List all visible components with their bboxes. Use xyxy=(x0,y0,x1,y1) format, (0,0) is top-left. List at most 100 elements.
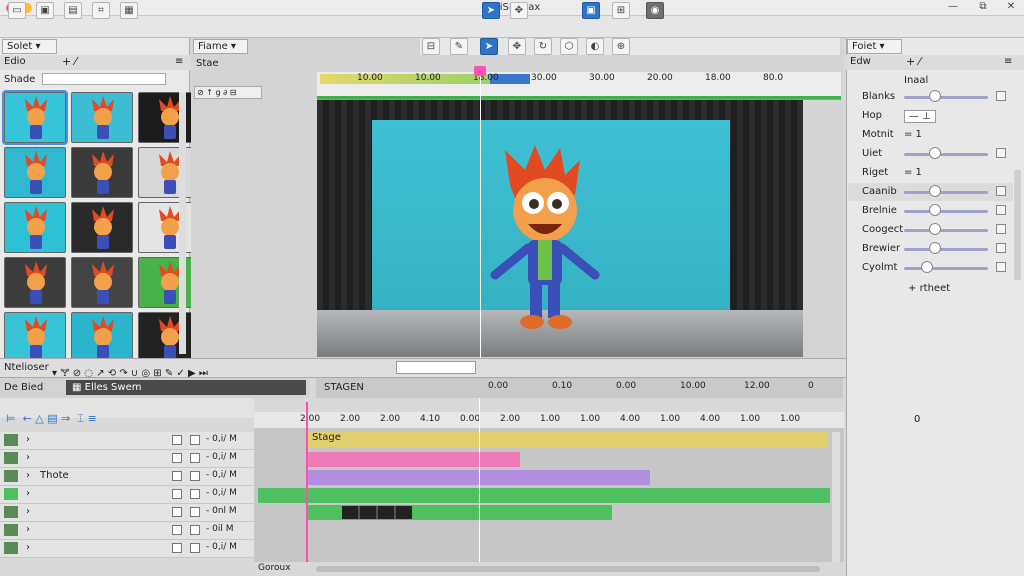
grid-icon[interactable]: ⊞ xyxy=(612,2,630,19)
visibility-checkbox[interactable] xyxy=(172,489,182,499)
timeline-row-tools[interactable]: ⊨ ← △ ▤ ⇒ ⌶ ≡ xyxy=(6,412,97,426)
properties-add-icon[interactable]: + ⁄ xyxy=(906,55,921,68)
property-row[interactable]: Coogect xyxy=(848,221,1013,239)
slider-knob[interactable] xyxy=(929,223,942,235)
expand-icon[interactable]: › xyxy=(26,434,30,445)
lock-checkbox[interactable] xyxy=(190,525,200,535)
new-file-icon[interactable]: ▭ xyxy=(8,2,26,19)
property-slider[interactable] xyxy=(904,191,988,194)
add-icon[interactable]: + ⁄ xyxy=(62,55,77,68)
property-reset-icon[interactable] xyxy=(996,91,1006,101)
layer-row[interactable]: › - 0,i/ M xyxy=(0,432,254,450)
property-row[interactable]: Brewier xyxy=(848,240,1013,258)
expand-icon[interactable]: › xyxy=(26,470,30,481)
visibility-checkbox[interactable] xyxy=(172,435,182,445)
property-row[interactable]: Riget = 1 xyxy=(848,164,1013,182)
pen-tool-icon[interactable]: ✎ xyxy=(450,38,468,55)
property-slider[interactable] xyxy=(904,229,988,232)
lock-checkbox[interactable] xyxy=(190,471,200,481)
green-track-bar[interactable] xyxy=(258,488,830,503)
slider-knob[interactable] xyxy=(929,147,942,159)
lock-checkbox[interactable] xyxy=(190,435,200,445)
preview-icon[interactable]: ▣ xyxy=(582,2,600,19)
library-icon[interactable]: ▦ xyxy=(120,2,138,19)
timeline-playhead[interactable] xyxy=(306,402,308,576)
property-reset-icon[interactable] xyxy=(996,262,1006,272)
slider-knob[interactable] xyxy=(929,185,942,197)
record-icon[interactable]: ◉ xyxy=(646,2,664,19)
property-value[interactable]: — ⊥ xyxy=(904,110,936,123)
layer-row[interactable]: › - 0il M xyxy=(0,522,254,540)
property-reset-icon[interactable] xyxy=(996,186,1006,196)
lock-checkbox[interactable] xyxy=(190,507,200,517)
expand-icon[interactable]: › xyxy=(26,452,30,463)
property-reset-icon[interactable] xyxy=(996,148,1006,158)
layer-row[interactable]: › - 0nl M xyxy=(0,504,254,522)
property-slider[interactable] xyxy=(904,96,988,99)
library-thumbnail[interactable] xyxy=(2,90,68,145)
timeline-hscroll[interactable] xyxy=(316,566,820,572)
shape-tool-icon[interactable]: ⬡ xyxy=(560,38,578,55)
layer-row[interactable]: › - 0,i/ M xyxy=(0,486,254,504)
playhead-marker[interactable] xyxy=(474,66,486,76)
filmstrip-clip[interactable] xyxy=(342,506,412,519)
layer-row[interactable]: › Thote - 0,i/ M xyxy=(0,468,254,486)
tab-foiet[interactable]: Foiet ▾ xyxy=(847,39,902,54)
zoom-out-icon[interactable]: ⊟ xyxy=(422,38,440,55)
layer-row[interactable]: › - 0,i/ M xyxy=(0,540,254,558)
library-thumbnail[interactable] xyxy=(71,257,133,308)
property-row[interactable]: Motnit = 1 xyxy=(848,126,1013,144)
library-thumbnail[interactable] xyxy=(4,147,66,198)
property-reset-icon[interactable] xyxy=(996,205,1006,215)
expand-icon[interactable]: › xyxy=(26,524,30,535)
library-thumbnail[interactable] xyxy=(71,202,133,253)
tab-solet[interactable]: Solet ▾ xyxy=(2,39,57,54)
property-slider[interactable] xyxy=(904,248,988,251)
slider-knob[interactable] xyxy=(929,242,942,254)
visibility-checkbox[interactable] xyxy=(172,525,182,535)
close-button[interactable]: ✕ xyxy=(1004,1,1018,14)
visibility-checkbox[interactable] xyxy=(172,507,182,517)
properties-menu-icon[interactable]: ≡ xyxy=(1004,56,1012,67)
save-icon[interactable]: ▣ xyxy=(36,2,54,19)
property-row[interactable]: Caanib xyxy=(848,183,1013,201)
lock-checkbox[interactable] xyxy=(190,489,200,499)
character-figure[interactable] xyxy=(480,140,610,335)
library-thumbnail[interactable] xyxy=(4,257,66,308)
properties-icon[interactable]: ⌗ xyxy=(92,2,110,19)
filter-input[interactable] xyxy=(42,73,166,85)
motion-tool-icon[interactable]: ↻ xyxy=(534,38,552,55)
expand-icon[interactable]: › xyxy=(26,542,30,553)
slider-knob[interactable] xyxy=(929,90,942,102)
property-row[interactable]: Blanks xyxy=(848,88,1013,106)
transform-tool-icon[interactable]: ✥ xyxy=(510,2,528,19)
property-reset-icon[interactable] xyxy=(996,243,1006,253)
slider-knob[interactable] xyxy=(920,261,933,273)
zoom-tool-icon[interactable]: ⊕ xyxy=(612,38,630,55)
fill-tool-icon[interactable]: ◐ xyxy=(586,38,604,55)
library-thumbnail[interactable] xyxy=(4,202,66,253)
visibility-checkbox[interactable] xyxy=(172,543,182,553)
lock-checkbox[interactable] xyxy=(190,453,200,463)
stage-track-bar[interactable]: Stage xyxy=(308,432,828,447)
library-thumbnail[interactable] xyxy=(71,312,133,363)
library-scrollbar[interactable] xyxy=(179,92,186,354)
property-slider[interactable] xyxy=(904,210,988,213)
arrow-tool-icon[interactable]: ➤ xyxy=(480,38,498,55)
library-thumbnail[interactable] xyxy=(71,92,133,143)
maximize-button[interactable]: ⧉ xyxy=(976,1,990,14)
library-thumbnail[interactable] xyxy=(4,312,66,363)
scene-selector[interactable]: ▦ Elles Swem xyxy=(66,380,306,395)
menu-icon[interactable]: ≡ xyxy=(175,56,183,67)
move-tool-icon[interactable]: ✥ xyxy=(508,38,526,55)
property-slider[interactable] xyxy=(904,153,988,156)
property-row[interactable]: Hop — ⊥ xyxy=(848,107,1013,125)
library-thumbnail[interactable] xyxy=(71,147,133,198)
visibility-checkbox[interactable] xyxy=(172,453,182,463)
property-reset-icon[interactable] xyxy=(996,224,1006,234)
property-row[interactable]: Cyolmt xyxy=(848,259,1013,277)
slider-knob[interactable] xyxy=(929,204,942,216)
expand-icon[interactable]: › xyxy=(26,506,30,517)
properties-subtab[interactable]: Edw xyxy=(850,56,871,67)
visibility-checkbox[interactable] xyxy=(172,471,182,481)
